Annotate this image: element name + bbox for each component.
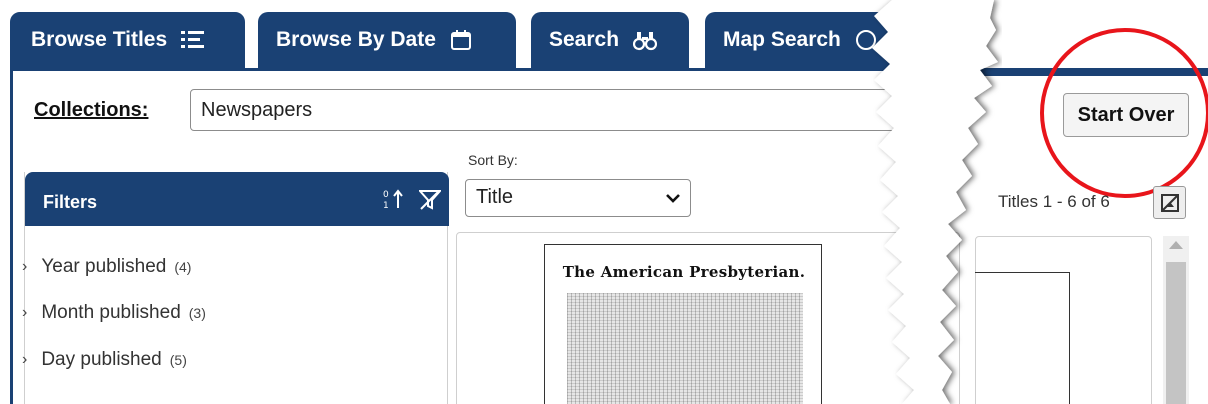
filter-year-published[interactable]: › Year published (4) [22,256,191,278]
svg-text:1: 1 [383,201,389,210]
tab-bar: Browse Titles Browse By Date Search Map … [0,0,1208,70]
tab-search-label: Search [549,28,620,51]
filters-header: Filters 01 [25,172,449,226]
calendar-icon [450,29,472,51]
tab-browse-by-date[interactable]: Browse By Date [258,12,516,68]
tab-map-search-label: Map Search [723,28,841,51]
titles-count: Titles 1 - 6 of 6 [998,192,1110,211]
sort-by-select[interactable]: Title [465,179,691,217]
binoculars-icon [633,29,658,51]
list-icon [181,30,205,50]
chevron-down-icon [665,189,681,208]
filter-label: Year published [41,256,167,277]
chevron-right-icon: › [22,258,28,275]
filter-label: Day published [41,349,162,370]
sort-numeric-icon[interactable]: 01 [383,188,405,214]
chevron-right-icon: › [22,304,28,321]
title-thumbnail[interactable]: The American Presbyterian. [544,244,822,404]
tab-search[interactable]: Search [531,12,689,68]
filter-month-published[interactable]: › Month published (3) [22,302,206,324]
filter-count: (4) [174,259,192,275]
sort-by-label: Sort By: [468,152,518,168]
clear-filter-icon[interactable] [417,190,443,214]
tab-browse-titles[interactable]: Browse Titles [10,12,245,68]
title-thumbnail-partial[interactable] [975,272,1070,404]
filter-count: (3) [188,305,206,321]
collections-label[interactable]: Collections: [34,99,148,122]
chevron-right-icon: › [22,351,28,368]
tab-browse-titles-label: Browse Titles [31,28,168,51]
newspaper-masthead: The American Presbyterian. [562,263,806,281]
newspaper-page-image [567,293,803,404]
svg-text:0: 0 [383,190,389,200]
filter-day-published[interactable]: › Day published (5) [22,349,187,371]
highlight-circle [1040,28,1208,198]
scroll-up-icon[interactable] [1169,241,1183,249]
tab-browse-by-date-label: Browse By Date [276,28,436,51]
filter-count: (5) [169,352,187,368]
filters-title: Filters [43,192,98,212]
scrollbar-thumb[interactable] [1166,262,1186,404]
filter-label: Month published [41,302,181,323]
collections-input[interactable]: Newspapers [190,89,910,131]
image-toggle-icon[interactable] [1153,186,1186,219]
